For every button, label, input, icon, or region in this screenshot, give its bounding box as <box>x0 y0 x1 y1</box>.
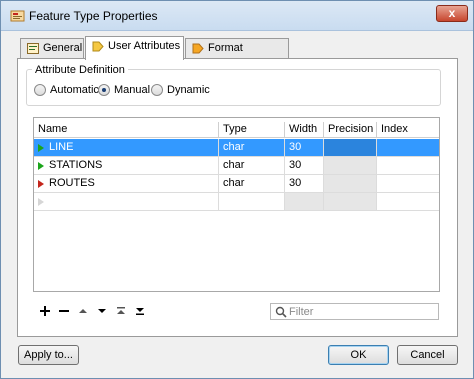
table-header: Name Type Width Precision Index <box>34 122 439 138</box>
general-icon <box>27 43 39 54</box>
cell-precision <box>324 139 377 157</box>
column-header-type[interactable]: Type <box>219 122 285 138</box>
filter-input[interactable] <box>289 305 434 318</box>
cell-name[interactable]: LINE <box>34 139 219 157</box>
attributes-table[interactable]: Name Type Width Precision Index LINE cha… <box>33 117 440 292</box>
move-to-top-icon[interactable] <box>114 304 128 318</box>
add-icon[interactable] <box>38 304 52 318</box>
tab-label: User Attributes <box>108 40 181 52</box>
name-text: LINE <box>49 141 74 153</box>
radio-button[interactable] <box>98 84 110 96</box>
cell-name[interactable]: ROUTES <box>34 175 219 193</box>
cell-type[interactable]: char <box>219 139 285 157</box>
cell-precision <box>324 193 377 211</box>
apply-to-button[interactable]: Apply to... <box>18 345 79 365</box>
attributes-icon <box>92 41 104 52</box>
app-icon <box>10 10 25 22</box>
move-up-icon[interactable] <box>76 304 90 318</box>
row-marker-icon <box>38 180 44 188</box>
cell-precision <box>324 175 377 193</box>
filter-box[interactable] <box>270 303 439 320</box>
title-bar[interactable]: Feature Type Properties x <box>1 1 473 31</box>
remove-icon[interactable] <box>57 304 71 318</box>
move-to-bottom-icon[interactable] <box>133 304 147 318</box>
cell-precision <box>324 157 377 175</box>
cell-index[interactable] <box>377 139 439 157</box>
cell-type[interactable]: char <box>219 175 285 193</box>
tab-user-attributes[interactable]: User Attributes <box>85 36 184 60</box>
window-title: Feature Type Properties <box>29 9 158 23</box>
cell-width[interactable]: 30 <box>285 139 324 157</box>
radio-button[interactable] <box>151 84 163 96</box>
cell-width[interactable]: 30 <box>285 157 324 175</box>
close-button[interactable]: x <box>436 5 468 22</box>
cell-name[interactable] <box>34 193 219 211</box>
name-text: STATIONS <box>49 159 103 171</box>
cell-type[interactable] <box>219 193 285 211</box>
table-row[interactable]: STATIONS char 30 <box>34 157 439 175</box>
cell-width[interactable]: 30 <box>285 175 324 193</box>
column-header-width[interactable]: Width <box>285 122 324 138</box>
radio-label: Dynamic <box>167 84 210 96</box>
cell-index[interactable] <box>377 175 439 193</box>
cell-index[interactable] <box>377 157 439 175</box>
tab-label: General <box>43 42 83 54</box>
cell-width <box>285 193 324 211</box>
tab-general[interactable]: General <box>20 38 84 59</box>
feature-type-properties-dialog: Feature Type Properties x General User A… <box>0 0 474 379</box>
cancel-button[interactable]: Cancel <box>397 345 458 365</box>
table-row[interactable]: LINE char 30 <box>34 139 439 157</box>
cell-type[interactable]: char <box>219 157 285 175</box>
search-icon <box>275 306 287 318</box>
radio-manual[interactable]: Manual <box>98 84 151 98</box>
name-text: ROUTES <box>49 177 95 189</box>
column-header-precision[interactable]: Precision <box>324 122 377 138</box>
row-marker-icon <box>38 144 44 152</box>
radio-automatic[interactable]: Automatic <box>34 84 99 98</box>
attribute-definition-legend: Attribute Definition <box>32 64 128 76</box>
tab-format-attributes[interactable]: Format Attributes <box>185 38 289 73</box>
radio-label: Manual <box>114 84 151 96</box>
column-header-name[interactable]: Name <box>34 122 219 138</box>
close-icon: x <box>448 6 456 20</box>
radio-button[interactable] <box>34 84 46 96</box>
cell-name[interactable]: STATIONS <box>34 157 219 175</box>
format-attributes-icon <box>192 43 204 54</box>
row-marker-icon <box>38 198 44 206</box>
table-row-new[interactable] <box>34 193 439 211</box>
table-row[interactable]: ROUTES char 30 <box>34 175 439 193</box>
cell-index[interactable] <box>377 193 439 211</box>
column-header-index[interactable]: Index <box>377 122 439 138</box>
row-marker-icon <box>38 162 44 170</box>
radio-dynamic[interactable]: Dynamic <box>151 84 210 98</box>
ok-button[interactable]: OK <box>328 345 389 365</box>
move-down-icon[interactable] <box>95 304 109 318</box>
radio-label: Automatic <box>50 84 99 96</box>
